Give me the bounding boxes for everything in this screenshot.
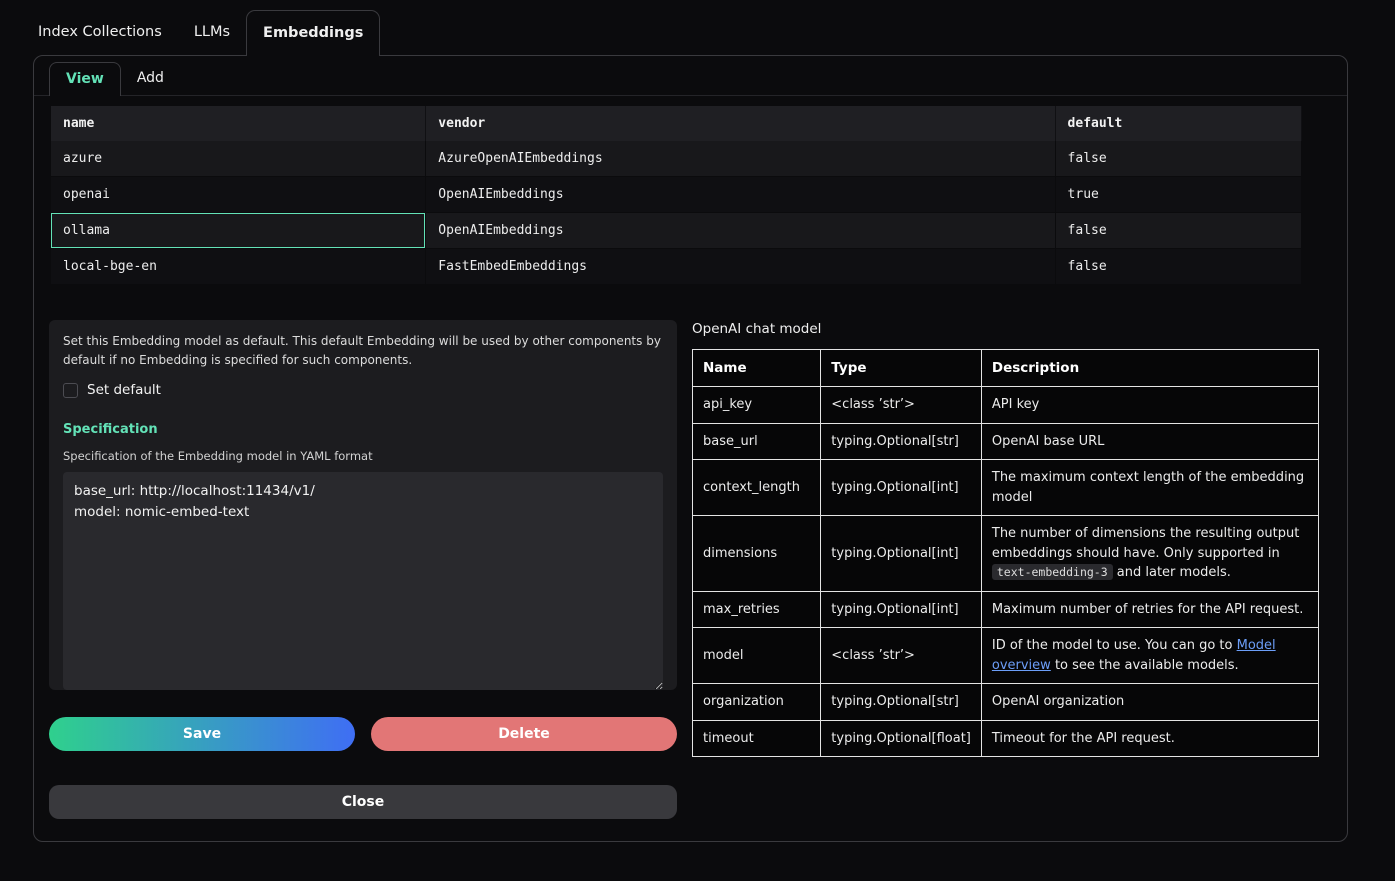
param-description: Timeout for the API request. bbox=[981, 720, 1318, 757]
embeddings-table-header: name vendor default bbox=[51, 106, 1302, 141]
param-row-api_key: api_key<class ’str’>API key bbox=[693, 387, 1319, 424]
param-row-base_url: base_urltyping.Optional[str]OpenAI base … bbox=[693, 423, 1319, 460]
param-description: Maximum number of retries for the API re… bbox=[981, 591, 1318, 628]
param-name: max_retries bbox=[693, 591, 821, 628]
param-name: model bbox=[693, 628, 821, 684]
cell-vendor: OpenAIEmbeddings bbox=[426, 213, 1055, 248]
param-description: API key bbox=[981, 387, 1318, 424]
cell-vendor: FastEmbedEmbeddings bbox=[426, 249, 1055, 284]
cell-name: ollama bbox=[51, 213, 426, 248]
params-header-row: Name Type Description bbox=[693, 350, 1319, 387]
inline-code: text-embedding-3 bbox=[992, 564, 1113, 580]
embeddings-row-openai[interactable]: openaiOpenAIEmbeddingstrue bbox=[51, 177, 1302, 213]
cell-name: openai bbox=[51, 177, 426, 212]
embeddings-row-local-bge-en[interactable]: local-bge-enFastEmbedEmbeddingsfalse bbox=[51, 249, 1302, 285]
params-table-body: api_key<class ’str’>API keybase_urltypin… bbox=[693, 387, 1319, 757]
save-button[interactable]: Save bbox=[49, 717, 355, 751]
params-header-name: Name bbox=[693, 350, 821, 387]
param-row-context_length: context_lengthtyping.Optional[int]The ma… bbox=[693, 460, 1319, 516]
cell-default: false bbox=[1056, 249, 1302, 284]
description-text: to see the available models. bbox=[1051, 658, 1239, 673]
header-name: name bbox=[51, 106, 426, 141]
cell-vendor: OpenAIEmbeddings bbox=[426, 177, 1055, 212]
params-header-description: Description bbox=[981, 350, 1318, 387]
default-description: Set this Embedding model as default. Thi… bbox=[63, 332, 663, 370]
cell-name: azure bbox=[51, 141, 426, 176]
tab-index-collections[interactable]: Index Collections bbox=[22, 10, 178, 55]
app-root: Index Collections LLMs Embeddings View A… bbox=[0, 0, 1395, 842]
param-description: The maximum context length of the embedd… bbox=[981, 460, 1318, 516]
model-info-title: OpenAI chat model bbox=[692, 321, 1319, 337]
param-type: <class ’str’> bbox=[821, 628, 982, 684]
params-header-type: Type bbox=[821, 350, 982, 387]
delete-button[interactable]: Delete bbox=[371, 717, 677, 751]
embeddings-row-ollama[interactable]: ollamaOpenAIEmbeddingsfalse bbox=[51, 213, 1302, 249]
param-type: typing.Optional[str] bbox=[821, 684, 982, 721]
param-description: The number of dimensions the resulting o… bbox=[981, 516, 1318, 592]
embeddings-row-azure[interactable]: azureAzureOpenAIEmbeddingsfalse bbox=[51, 141, 1302, 177]
yaml-spec-textarea[interactable]: base_url: http://localhost:11434/v1/ mod… bbox=[63, 472, 663, 690]
param-name: context_length bbox=[693, 460, 821, 516]
embeddings-panel: View Add name vendor default azureAzureO… bbox=[33, 55, 1348, 842]
param-row-model: model<class ’str’>ID of the model to use… bbox=[693, 628, 1319, 684]
model-info-column: OpenAI chat model Name Type Description … bbox=[692, 320, 1319, 757]
param-description: ID of the model to use. You can go to Mo… bbox=[981, 628, 1318, 684]
param-name: api_key bbox=[693, 387, 821, 424]
action-button-row: Save Delete bbox=[49, 717, 677, 751]
detail-area: Set this Embedding model as default. Thi… bbox=[49, 320, 1319, 819]
description-text: The number of dimensions the resulting o… bbox=[992, 526, 1299, 561]
param-description: OpenAI base URL bbox=[981, 423, 1318, 460]
default-settings-box: Set this Embedding model as default. Thi… bbox=[49, 320, 677, 690]
param-row-organization: organizationtyping.Optional[str]OpenAI o… bbox=[693, 684, 1319, 721]
description-text: ID of the model to use. You can go to bbox=[992, 638, 1237, 653]
param-type: <class ’str’> bbox=[821, 387, 982, 424]
param-name: organization bbox=[693, 684, 821, 721]
tab-embeddings[interactable]: Embeddings bbox=[246, 10, 380, 56]
cell-default: true bbox=[1056, 177, 1302, 212]
param-type: typing.Optional[str] bbox=[821, 423, 982, 460]
embeddings-table-body: azureAzureOpenAIEmbeddingsfalseopenaiOpe… bbox=[51, 141, 1302, 285]
cell-default: false bbox=[1056, 213, 1302, 248]
param-type: typing.Optional[int] bbox=[821, 516, 982, 592]
cell-vendor: AzureOpenAIEmbeddings bbox=[426, 141, 1055, 176]
param-row-dimensions: dimensionstyping.Optional[int] The number… bbox=[693, 516, 1319, 592]
param-description: OpenAI organization bbox=[981, 684, 1318, 721]
param-name: dimensions bbox=[693, 516, 821, 592]
set-default-row[interactable]: Set default bbox=[63, 382, 663, 398]
set-default-checkbox[interactable] bbox=[63, 383, 78, 398]
param-name: base_url bbox=[693, 423, 821, 460]
close-button[interactable]: Close bbox=[49, 785, 677, 819]
top-tab-bar: Index Collections LLMs Embeddings bbox=[22, 10, 1395, 55]
cell-name: local-bge-en bbox=[51, 249, 426, 284]
header-default: default bbox=[1056, 106, 1302, 141]
embeddings-table: name vendor default azureAzureOpenAIEmbe… bbox=[51, 106, 1302, 285]
specification-heading: Specification bbox=[63, 422, 663, 438]
header-vendor: vendor bbox=[426, 106, 1055, 141]
param-name: timeout bbox=[693, 720, 821, 757]
set-default-label: Set default bbox=[87, 382, 161, 398]
param-type: typing.Optional[int] bbox=[821, 591, 982, 628]
cell-default: false bbox=[1056, 141, 1302, 176]
description-text: and later models. bbox=[1113, 565, 1231, 580]
tab-llms[interactable]: LLMs bbox=[178, 10, 246, 55]
param-row-timeout: timeouttyping.Optional[float]Timeout for… bbox=[693, 720, 1319, 757]
tab-view[interactable]: View bbox=[49, 62, 121, 96]
tab-add[interactable]: Add bbox=[121, 62, 180, 95]
param-row-max_retries: max_retriestyping.Optional[int]Maximum n… bbox=[693, 591, 1319, 628]
model-params-table: Name Type Description api_key<class ’str… bbox=[692, 349, 1319, 757]
specification-description: Specification of the Embedding model in … bbox=[63, 450, 663, 463]
edit-column: Set this Embedding model as default. Thi… bbox=[49, 320, 677, 819]
param-type: typing.Optional[int] bbox=[821, 460, 982, 516]
view-add-tab-bar: View Add bbox=[34, 56, 1347, 96]
param-type: typing.Optional[float] bbox=[821, 720, 982, 757]
